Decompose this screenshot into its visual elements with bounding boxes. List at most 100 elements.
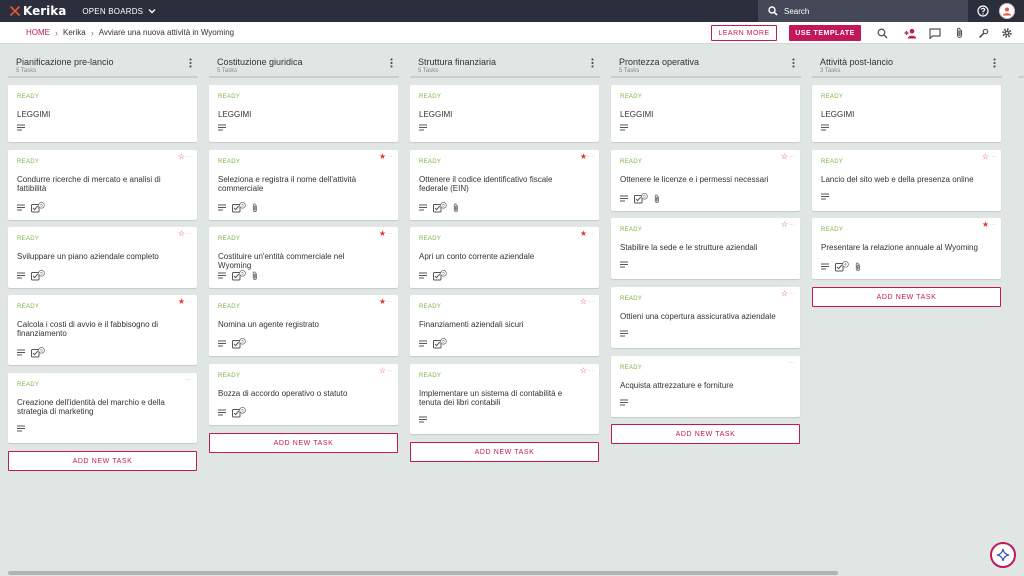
add-new-task-button[interactable]: ADD NEW TASK (812, 287, 1001, 307)
task-status: READY (419, 236, 442, 242)
column-menu-button[interactable] (993, 58, 996, 70)
task-card[interactable]: READY LEGGIMI (410, 85, 599, 142)
card-more-icon[interactable]: … (186, 298, 192, 304)
star-filled-icon[interactable]: ★ (178, 298, 185, 306)
task-card[interactable]: READY Lancio del sito web e della presenz… (812, 150, 1001, 211)
card-more-icon[interactable]: … (588, 153, 594, 159)
task-card[interactable]: READY Ottenere il codice identificativo f… (410, 150, 599, 220)
task-status: READY (821, 94, 844, 100)
task-card[interactable]: READY Sviluppare un piano aziendale compl… (8, 227, 197, 288)
column-menu-button[interactable] (591, 58, 594, 70)
task-card[interactable]: READY LEGGIMI (209, 85, 398, 142)
task-card[interactable]: READY Implementare un sistema di contabil… (410, 364, 599, 434)
card-more-icon[interactable]: … (990, 221, 996, 227)
task-card-icons (620, 261, 628, 270)
star-filled-icon[interactable]: ★ (580, 153, 587, 161)
task-card[interactable]: READY LEGGIMI (812, 85, 1001, 142)
add-new-task-button[interactable]: ADD NEW TASK (611, 424, 800, 444)
user-avatar[interactable] (999, 3, 1015, 19)
column-header[interactable]: Pianificazione pre-lancio 5 Tasks (8, 52, 198, 78)
task-status: READY (419, 159, 442, 165)
add-new-task-button[interactable]: ADD NEW TASK (209, 433, 398, 453)
task-card[interactable]: READY Finanziamenti aziendali sicuri ☆… 5 (410, 295, 599, 356)
star-filled-icon[interactable]: ★ (982, 221, 989, 229)
task-card[interactable]: READY LEGGIMI (611, 85, 800, 142)
column-header[interactable]: Prontezza operativa 5 Tasks (611, 52, 801, 78)
gear-icon (1002, 28, 1012, 38)
open-boards-menu[interactable]: OPEN BOARDS (82, 7, 156, 16)
card-more-icon[interactable]: … (387, 153, 393, 159)
card-more-icon[interactable]: … (789, 153, 795, 159)
task-card[interactable]: READY Stabilire la sede e le strutture az… (611, 218, 800, 279)
task-card[interactable]: READY Seleziona e registra il nome dell'a… (209, 150, 398, 220)
star-outline-icon[interactable]: ☆ (580, 298, 587, 306)
card-more-icon[interactable]: … (588, 230, 594, 236)
card-more-icon[interactable]: … (588, 298, 594, 304)
card-more-icon[interactable]: … (387, 298, 393, 304)
column-menu-button[interactable] (189, 58, 192, 70)
assistant-button[interactable] (990, 542, 1016, 568)
star-outline-icon[interactable]: ☆ (580, 367, 587, 375)
description-icon (218, 409, 226, 418)
star-outline-icon[interactable]: ☆ (781, 221, 788, 229)
use-template-button[interactable]: USE TEMPLATE (789, 25, 861, 41)
kerika-logo[interactable]: Kerika (10, 4, 66, 18)
column-header[interactable]: Struttura finanziaria 5 Tasks (410, 52, 600, 78)
task-title: Ottenere il codice identificativo fiscal… (419, 175, 553, 193)
task-card[interactable]: READY Apri un conto corrente aziendale ★… 5 (410, 227, 599, 288)
task-card[interactable]: READY Bozza di accordo operativo o statut… (209, 364, 398, 425)
task-card[interactable]: READY Costituire un'entità commerciale ne… (209, 227, 398, 288)
task-card[interactable]: READY Ottieni una copertura assicurativa … (611, 287, 800, 348)
task-card[interactable]: READY Presentare la relazione annuale al … (812, 218, 1001, 279)
add-new-task-button[interactable]: ADD NEW TASK (410, 442, 599, 462)
card-more-icon[interactable]: … (789, 221, 795, 227)
star-outline-icon[interactable]: ☆ (781, 290, 788, 298)
task-card[interactable]: READY Calcola i costi di avvio e il fabbi… (8, 295, 197, 365)
star-filled-icon[interactable]: ★ (379, 298, 386, 306)
card-more-icon[interactable]: … (588, 367, 594, 373)
task-card[interactable]: READY LEGGIMI (8, 85, 197, 142)
chat-button[interactable] (928, 26, 942, 40)
star-filled-icon[interactable]: ★ (580, 230, 587, 238)
task-card[interactable]: READY Creazione dell'identità del marchio… (8, 373, 197, 443)
add-member-button[interactable] (903, 26, 917, 40)
star-outline-icon[interactable]: ☆ (982, 153, 989, 161)
card-more-icon[interactable]: … (789, 290, 795, 296)
card-more-icon[interactable]: … (990, 153, 996, 159)
card-more-icon[interactable]: … (186, 153, 192, 159)
add-new-task-button[interactable]: ADD NEW TASK (8, 451, 197, 471)
learn-more-button[interactable]: LEARN MORE (711, 25, 777, 41)
wrench-icon (978, 28, 988, 38)
star-filled-icon[interactable]: ★ (379, 153, 386, 161)
task-title: Ottieni una copertura assicurativa azien… (620, 312, 776, 321)
star-outline-icon[interactable]: ☆ (178, 153, 185, 161)
task-card-icons (419, 124, 427, 133)
card-more-icon[interactable]: … (186, 376, 192, 382)
star-outline-icon[interactable]: ☆ (178, 230, 185, 238)
help-button[interactable] (977, 5, 989, 19)
card-more-icon[interactable]: … (387, 230, 393, 236)
column-header[interactable]: Costituzione giuridica 5 Tasks (209, 52, 399, 78)
card-more-icon[interactable]: … (789, 359, 795, 365)
horizontal-scrollbar[interactable] (8, 571, 838, 575)
task-status: READY (17, 304, 40, 310)
column-header[interactable]: Attività post-lancio 3 Tasks (812, 52, 1002, 78)
task-card[interactable]: READY Nomina un agente registrato ★… 5 (209, 295, 398, 356)
tools-button[interactable] (976, 26, 990, 40)
star-outline-icon[interactable]: ☆ (379, 367, 386, 375)
board-search-button[interactable] (875, 26, 889, 40)
card-more-icon[interactable]: … (186, 230, 192, 236)
settings-button[interactable] (1000, 26, 1014, 40)
star-outline-icon[interactable]: ☆ (781, 153, 788, 161)
column-menu-button[interactable] (792, 58, 795, 70)
breadcrumb-org[interactable]: Kerika (63, 28, 86, 37)
search-input[interactable]: Search (758, 0, 968, 22)
task-card[interactable]: READY Ottenere le licenze e i permessi ne… (611, 150, 800, 211)
attachments-button[interactable] (952, 26, 966, 40)
card-more-icon[interactable]: … (387, 367, 393, 373)
task-card[interactable]: READY Acquista attrezzature e forniture… (611, 356, 800, 417)
task-card[interactable]: READY Condurre ricerche di mercato e anal… (8, 150, 197, 220)
column-menu-button[interactable] (390, 58, 393, 70)
breadcrumb-home[interactable]: HOME (26, 28, 50, 37)
star-filled-icon[interactable]: ★ (379, 230, 386, 238)
